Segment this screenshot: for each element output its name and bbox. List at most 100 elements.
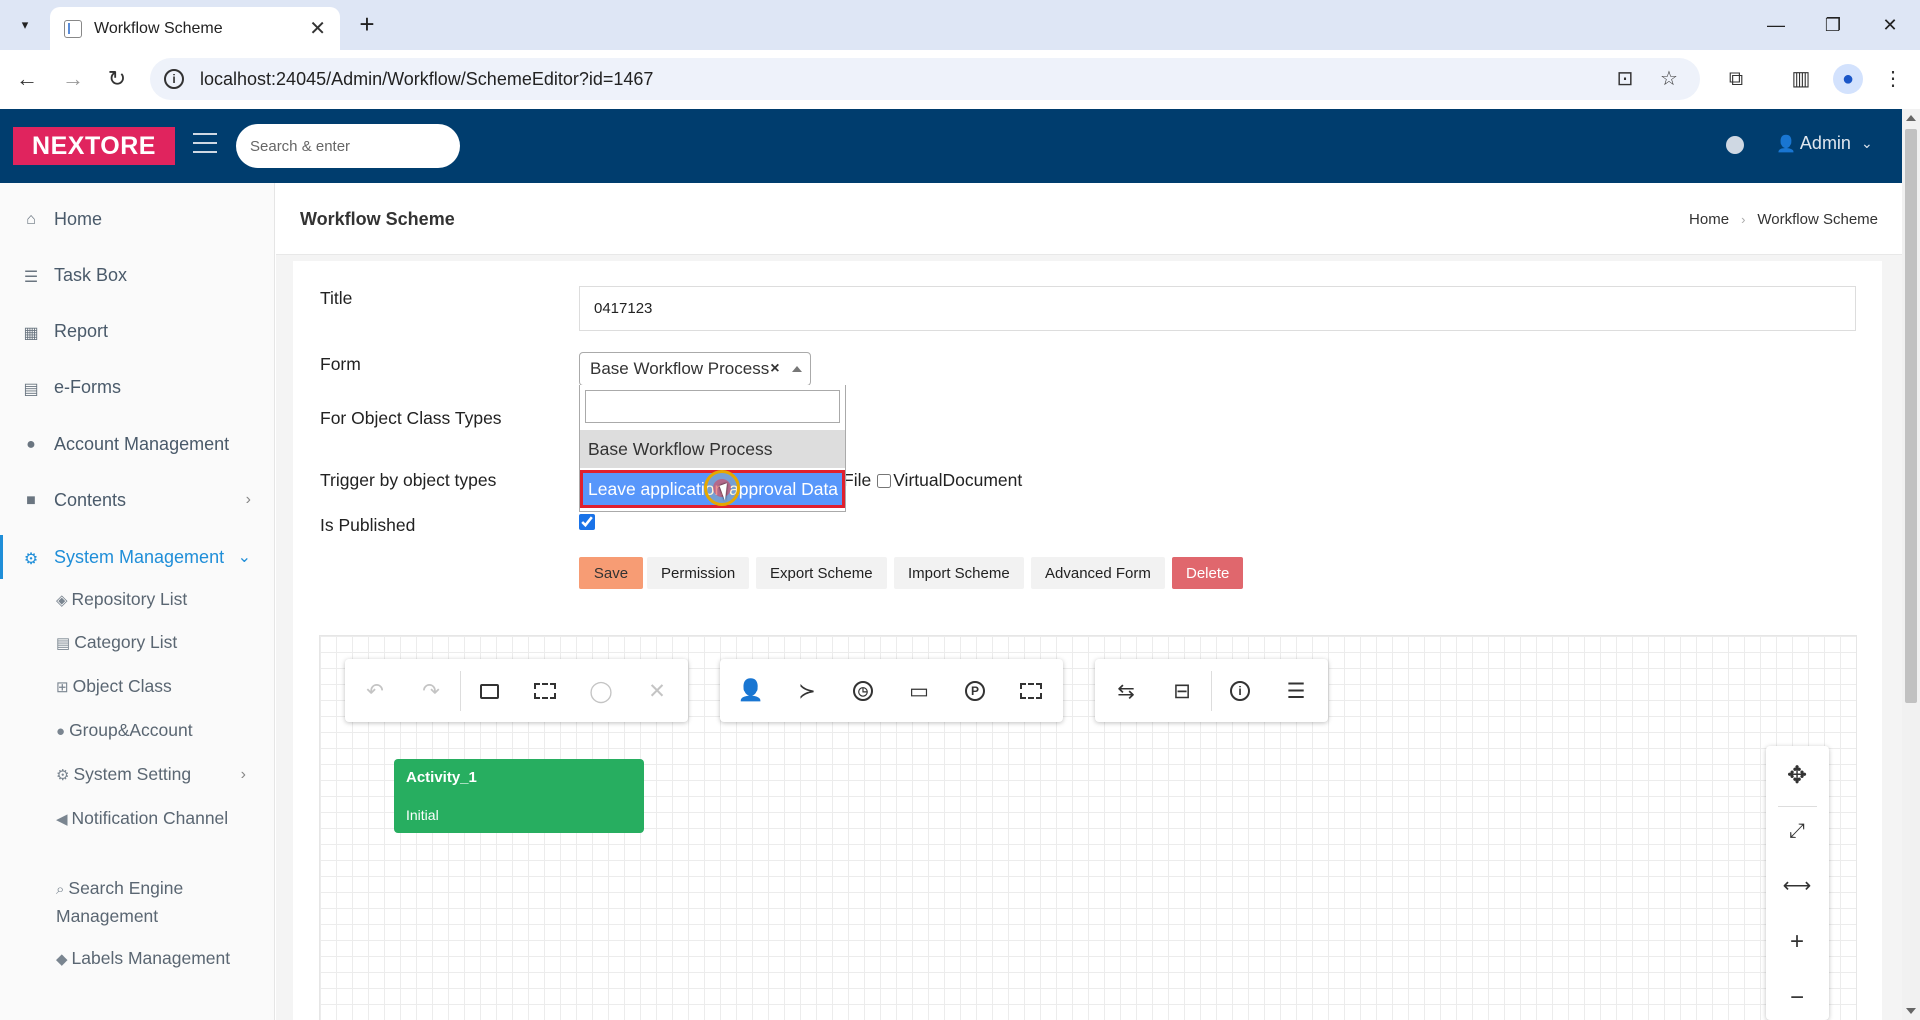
translate-icon[interactable]: ⊡ bbox=[1612, 66, 1638, 92]
transition-icon[interactable]: ⇆ bbox=[1111, 676, 1141, 706]
auto-layout-icon[interactable]: ⊟ bbox=[1167, 676, 1197, 706]
sidebar-item-label: System Management bbox=[54, 546, 225, 567]
info-icon[interactable]: i bbox=[1225, 676, 1255, 706]
undo-icon[interactable]: ↶ bbox=[360, 676, 390, 706]
title-input[interactable]: 0417123 bbox=[579, 286, 1856, 331]
fit-width-icon[interactable]: ⟷ bbox=[1782, 871, 1812, 901]
chevron-down-icon: ⌄ bbox=[1860, 135, 1873, 151]
hamburger-menu-icon[interactable] bbox=[193, 133, 217, 155]
sidebar-item-task-box[interactable]: ☰ Task Box bbox=[0, 253, 275, 297]
browser-toolbar: ← → ↻ i localhost:24045/Admin/Workflow/S… bbox=[0, 50, 1920, 109]
form-select[interactable]: Base Workflow Process × bbox=[579, 352, 811, 386]
clear-selection-icon[interactable]: × bbox=[770, 360, 779, 378]
sidebar-subitem-labels-management[interactable]: ◆ Labels Management bbox=[56, 945, 266, 973]
sidebar-subitem-search-engine-management[interactable]: ⌕ Search Engine Management bbox=[56, 875, 266, 930]
bookmark-star-icon[interactable]: ☆ bbox=[1656, 66, 1682, 92]
gears-icon: ⚙ bbox=[23, 551, 39, 568]
url-text[interactable]: localhost:24045/Admin/Workflow/SchemeEdi… bbox=[200, 69, 1612, 90]
sidebar-item-home[interactable]: ⌂ Home bbox=[0, 197, 275, 241]
sidebar-item-label: Contents bbox=[54, 489, 127, 510]
browser-menu-icon[interactable]: ⋮ bbox=[1878, 64, 1908, 94]
sidebar-item-report[interactable]: ▦ Report bbox=[0, 309, 275, 353]
export-scheme-button[interactable]: Export Scheme bbox=[756, 557, 887, 589]
elements-toolbar: 👤 ≻ ◷ ▭ P bbox=[720, 659, 1063, 722]
address-bar[interactable]: i localhost:24045/Admin/Workflow/SchemeE… bbox=[150, 58, 1700, 100]
advanced-form-button[interactable]: Advanced Form bbox=[1031, 557, 1165, 589]
sidebar-subitem-repository-list[interactable]: ◈ Repository List bbox=[56, 586, 266, 614]
area-select-icon[interactable] bbox=[1016, 676, 1046, 706]
user-name: Admin bbox=[1799, 133, 1851, 153]
forward-arrow-icon[interactable]: → bbox=[58, 64, 88, 94]
sidebar-subitem-label: Notification Channel bbox=[71, 808, 229, 828]
sidebar-item-system-management[interactable]: ⚙ System Management ⌄ bbox=[0, 535, 275, 579]
comment-icon[interactable]: ▭ bbox=[904, 676, 934, 706]
new-tab-button[interactable]: + bbox=[352, 10, 382, 40]
zoom-in-icon[interactable]: + bbox=[1782, 927, 1812, 957]
side-panel-icon[interactable]: ▥ bbox=[1786, 64, 1816, 94]
sidebar-subitem-category-list[interactable]: ▤ Category List bbox=[56, 629, 266, 657]
dropdown-search-input[interactable] bbox=[585, 390, 840, 423]
activity-node[interactable]: Activity_1 Initial bbox=[394, 759, 644, 833]
command-icon[interactable]: ≻ bbox=[792, 676, 822, 706]
import-scheme-button[interactable]: Import Scheme bbox=[894, 557, 1024, 589]
app-header: NEXTORE 👤 Admin ⌄ bbox=[0, 109, 1902, 183]
save-button[interactable]: Save bbox=[579, 557, 643, 589]
sidebar-subitem-notification-channel[interactable]: ◀ Notification Channel bbox=[56, 805, 266, 833]
is-published-checkbox[interactable] bbox=[579, 514, 595, 530]
user-menu[interactable]: 👤 Admin ⌄ bbox=[1776, 133, 1873, 154]
sidebar-subitem-label: Category List bbox=[74, 632, 178, 652]
virtual-document-checkbox[interactable] bbox=[877, 473, 892, 488]
sidebar-item-contents[interactable]: ■ Contents › bbox=[0, 478, 275, 522]
zoom-panel: ✥ ⤢ ⟷ + − bbox=[1766, 746, 1829, 1020]
toolbar-divider bbox=[1211, 671, 1212, 711]
zoom-out-icon[interactable]: − bbox=[1782, 983, 1812, 1013]
trigger-option-virtual-document-label: VirtualDocument bbox=[893, 470, 1023, 490]
window-minimize-button[interactable]: — bbox=[1756, 10, 1796, 40]
permission-button[interactable]: Permission bbox=[647, 557, 750, 589]
site-info-icon[interactable]: i bbox=[164, 69, 184, 89]
dropdown-arrow-icon bbox=[792, 366, 802, 372]
browser-tab[interactable]: Workflow Scheme ✕ bbox=[50, 7, 340, 50]
delete-element-icon[interactable]: ✕ bbox=[642, 676, 672, 706]
form-icon: ▤ bbox=[23, 381, 39, 398]
fullscreen-icon[interactable]: ⤢ bbox=[1782, 816, 1812, 846]
nextore-logo[interactable]: NEXTORE bbox=[13, 127, 175, 165]
toggle-icon[interactable]: ◯ bbox=[586, 676, 616, 706]
properties-icon[interactable] bbox=[474, 676, 504, 706]
sidebar-item-label: Task Box bbox=[54, 264, 128, 285]
breadcrumb-home-link[interactable]: Home bbox=[1689, 211, 1729, 228]
sidebar-subitem-group-account[interactable]: ● Group&Account bbox=[56, 717, 266, 745]
scroll-down-arrow-icon[interactable] bbox=[1906, 1008, 1916, 1014]
window-close-button[interactable]: ✕ bbox=[1870, 10, 1910, 40]
reload-icon[interactable]: ↻ bbox=[102, 64, 132, 94]
dropdown-option-base-workflow-process[interactable]: Base Workflow Process bbox=[580, 430, 845, 468]
move-icon[interactable]: ✥ bbox=[1782, 761, 1812, 791]
sidebar-subitem-label: System Setting bbox=[73, 764, 192, 784]
scroll-up-arrow-icon[interactable] bbox=[1906, 115, 1916, 121]
sidebar-item-account-management[interactable]: ● Account Management bbox=[0, 422, 275, 466]
profile-avatar-icon[interactable]: ● bbox=[1833, 64, 1863, 94]
window-restore-button[interactable]: ❐ bbox=[1813, 10, 1853, 40]
parameter-icon[interactable]: P bbox=[960, 676, 990, 706]
scrollbar-thumb[interactable] bbox=[1905, 129, 1917, 703]
extensions-icon[interactable]: ⧉ bbox=[1721, 64, 1751, 94]
timer-icon[interactable]: ◷ bbox=[848, 676, 878, 706]
toolbar-divider bbox=[460, 671, 461, 711]
sidebar-subitem-object-class[interactable]: ⊞ Object Class bbox=[56, 673, 266, 701]
sidebar-subitem-system-setting[interactable]: ⚙ System Setting › bbox=[56, 761, 266, 789]
sidebar-subitem-label: Search Engine Management bbox=[56, 878, 184, 926]
search-input[interactable] bbox=[236, 124, 460, 168]
delete-button[interactable]: Delete bbox=[1172, 557, 1244, 589]
tab-list-chevron-icon[interactable]: ▾ bbox=[12, 12, 38, 38]
sidebar-item-label: Report bbox=[54, 320, 109, 341]
redo-icon[interactable]: ↷ bbox=[416, 676, 446, 706]
search-icon: ⌕ bbox=[56, 881, 65, 898]
list-icon[interactable]: ☰ bbox=[1281, 676, 1311, 706]
select-all-icon[interactable] bbox=[530, 676, 560, 706]
page-scrollbar[interactable] bbox=[1902, 109, 1920, 1020]
actor-icon[interactable]: 👤 bbox=[736, 676, 766, 706]
tab-close-icon[interactable]: ✕ bbox=[309, 16, 326, 41]
sidebar-item-e-forms[interactable]: ▤ e-Forms bbox=[0, 365, 275, 409]
back-arrow-icon[interactable]: ← bbox=[12, 64, 42, 94]
globe-icon[interactable] bbox=[1726, 136, 1744, 154]
